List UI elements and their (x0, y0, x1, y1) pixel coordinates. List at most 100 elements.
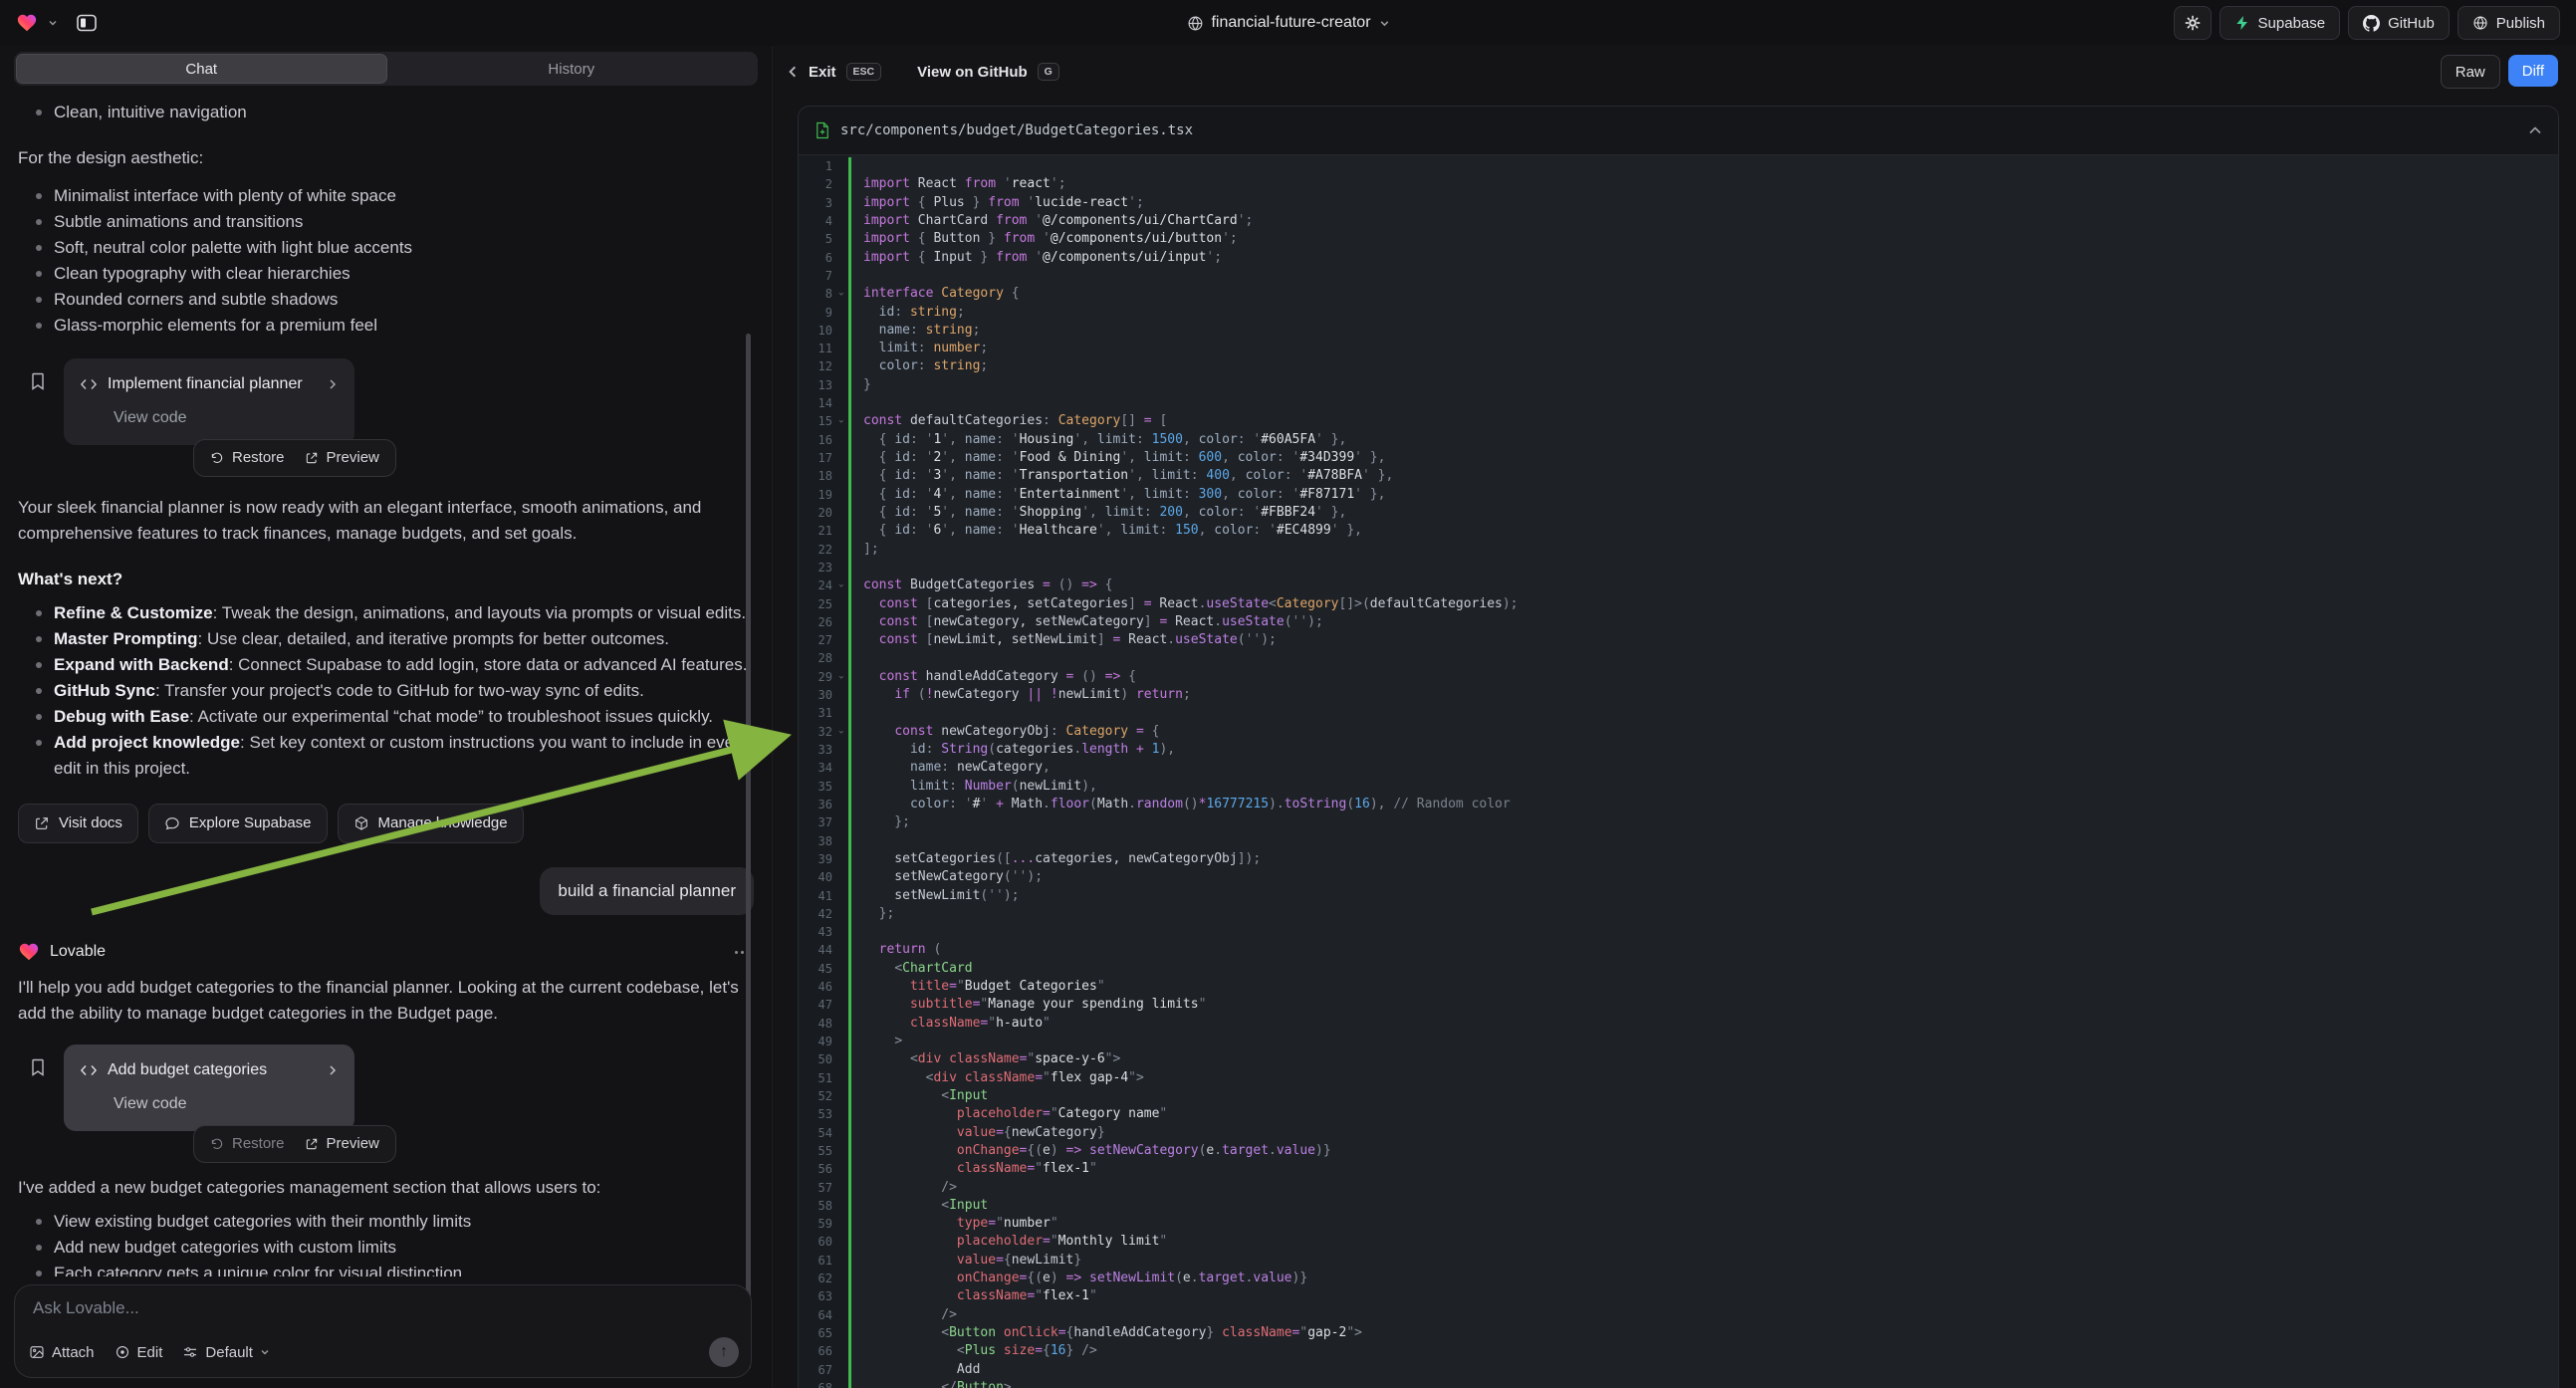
fold-spacer (831, 924, 849, 940)
fold-spacer (831, 651, 849, 667)
code-line: 60 placeholder="Monthly limit" (799, 1233, 2558, 1251)
exit-button[interactable]: Exit (809, 64, 836, 81)
explore-supabase-button[interactable]: Explore Supabase (148, 804, 328, 843)
chevron-left-icon[interactable] (787, 65, 799, 79)
chat-scroll-area[interactable]: Clean, intuitive navigation For the desi… (0, 90, 772, 1276)
code-line: 26 const [newCategory, setNewCategory] =… (799, 613, 2558, 631)
code-line: 41 setNewLimit(''); (799, 887, 2558, 905)
fold-spacer (831, 560, 849, 576)
g-keycap: G (1038, 63, 1059, 81)
fold-spacer (831, 231, 849, 247)
code-brackets-icon (80, 377, 98, 391)
bullet-item: View existing budget categories with the… (54, 1209, 754, 1235)
fold-chevron-icon[interactable]: › (831, 286, 849, 302)
bullet-item: Minimalist interface with plenty of whit… (54, 183, 754, 209)
fold-spacer (831, 596, 849, 612)
fold-spacer (831, 888, 849, 904)
supabase-button[interactable]: Supabase (2220, 6, 2341, 40)
view-code-link[interactable]: View code (114, 1091, 339, 1117)
code-line: 30 if (!newCategory || !newLimit) return… (799, 686, 2558, 704)
publish-globe-icon (2472, 15, 2488, 31)
package-icon (353, 815, 369, 831)
sidebar-toggle-icon[interactable] (74, 11, 100, 35)
send-button[interactable]: ↑ (709, 1337, 739, 1367)
code-line: 19 { id: '4', name: 'Entertainment', lim… (799, 486, 2558, 504)
version-card-selected[interactable]: Add budget categories View code (64, 1044, 354, 1131)
github-icon (2363, 15, 2380, 32)
fold-spacer (831, 341, 849, 356)
edit-button[interactable]: Edit (115, 1344, 163, 1361)
code-line: 16 { id: '1', name: 'Housing', limit: 15… (799, 431, 2558, 449)
code-line: 1 (799, 157, 2558, 175)
chevron-down-icon (260, 1347, 270, 1357)
chat-scrollbar[interactable] (746, 334, 751, 1369)
code-line: 56 className="flex-1" (799, 1160, 2558, 1178)
project-chevron-down-icon (1379, 18, 1390, 29)
code-line: 36 color: '#' + Math.floor(Math.random()… (799, 796, 2558, 813)
fold-spacer (831, 1343, 849, 1359)
manage-knowledge-button[interactable]: Manage knowledge (338, 804, 524, 843)
code-line: 33 id: String(categories.length + 1), (799, 741, 2558, 759)
fold-spacer (831, 377, 849, 393)
fold-spacer (831, 1088, 849, 1104)
fold-chevron-icon[interactable]: › (831, 669, 849, 685)
preview-button[interactable]: Preview (305, 445, 379, 471)
raw-toggle-button[interactable]: Raw (2441, 55, 2500, 89)
code-line: 59 type="number" (799, 1215, 2558, 1233)
view-code-link[interactable]: View code (114, 405, 339, 431)
fold-spacer (831, 195, 849, 211)
bookmark-icon[interactable] (28, 370, 48, 392)
lovable-logo-icon[interactable] (16, 12, 38, 34)
code-line: 61 value={newLimit} (799, 1252, 2558, 1270)
code-panel: Exit ESC View on GitHub G Raw Diff src/c… (772, 46, 2576, 1388)
code-line: 24›const BudgetCategories = () => { (799, 577, 2558, 594)
bookmark-icon[interactable] (28, 1056, 48, 1078)
attach-button[interactable]: Attach (29, 1344, 95, 1361)
next-item: Expand with Backend: Connect Supabase to… (54, 652, 754, 678)
fold-spacer (831, 1307, 849, 1323)
collapse-chevron-up-icon[interactable] (2528, 125, 2542, 135)
fold-chevron-icon[interactable]: › (831, 724, 849, 740)
code-line: 58 <Input (799, 1197, 2558, 1215)
version-card[interactable]: Implement financial planner View code (64, 358, 354, 445)
github-button[interactable]: GitHub (2348, 6, 2450, 40)
globe-icon (1186, 15, 1203, 32)
publish-button[interactable]: Publish (2458, 6, 2560, 40)
chat-bubble-icon (164, 815, 180, 831)
external-link-icon (305, 451, 319, 465)
next-items: Refine & Customize: Tweak the design, an… (18, 600, 754, 782)
chat-input[interactable] (31, 1297, 735, 1319)
preview-button[interactable]: Preview (305, 1131, 379, 1157)
code-line: 2import React from 'react'; (799, 175, 2558, 193)
code-line: 67 Add (799, 1361, 2558, 1379)
tab-history[interactable]: History (387, 54, 757, 84)
file-header[interactable]: src/components/budget/BudgetCategories.t… (799, 107, 2558, 155)
restore-button[interactable]: Restore (210, 1131, 285, 1157)
chat-history-tabs: Chat History (14, 52, 758, 86)
fold-chevron-icon[interactable]: › (831, 414, 849, 430)
diff-toggle-button[interactable]: Diff (2508, 55, 2558, 87)
composer: Attach Edit Default ↑ (14, 1284, 752, 1378)
bullet-item: Each category gets a unique color for vi… (54, 1261, 754, 1276)
fold-spacer (831, 1051, 849, 1067)
design-heading: For the design aesthetic: (18, 145, 754, 171)
view-on-github-button[interactable]: View on GitHub (917, 64, 1028, 81)
more-menu-icon[interactable] (735, 951, 754, 954)
next-item: Refine & Customize: Tweak the design, an… (54, 600, 754, 626)
tab-chat[interactable]: Chat (16, 54, 387, 84)
logo-chevron-down-icon[interactable] (48, 18, 58, 28)
fold-chevron-icon[interactable]: › (831, 578, 849, 593)
code-line: 31 (799, 704, 2558, 722)
fold-spacer (831, 1362, 849, 1378)
code-line: 57 /> (799, 1179, 2558, 1197)
fold-spacer (831, 1380, 849, 1388)
fold-spacer (831, 323, 849, 339)
code-line: 48 className="h-auto" (799, 1015, 2558, 1033)
settings-button[interactable] (2174, 6, 2212, 40)
restore-button[interactable]: Restore (210, 445, 285, 471)
model-selector[interactable]: Default (182, 1344, 270, 1361)
arrow-up-icon: ↑ (720, 1343, 728, 1361)
lovable-heart-icon (18, 941, 40, 963)
visit-docs-button[interactable]: Visit docs (18, 804, 138, 843)
project-switcher[interactable]: financial-future-creator (1186, 14, 1389, 32)
